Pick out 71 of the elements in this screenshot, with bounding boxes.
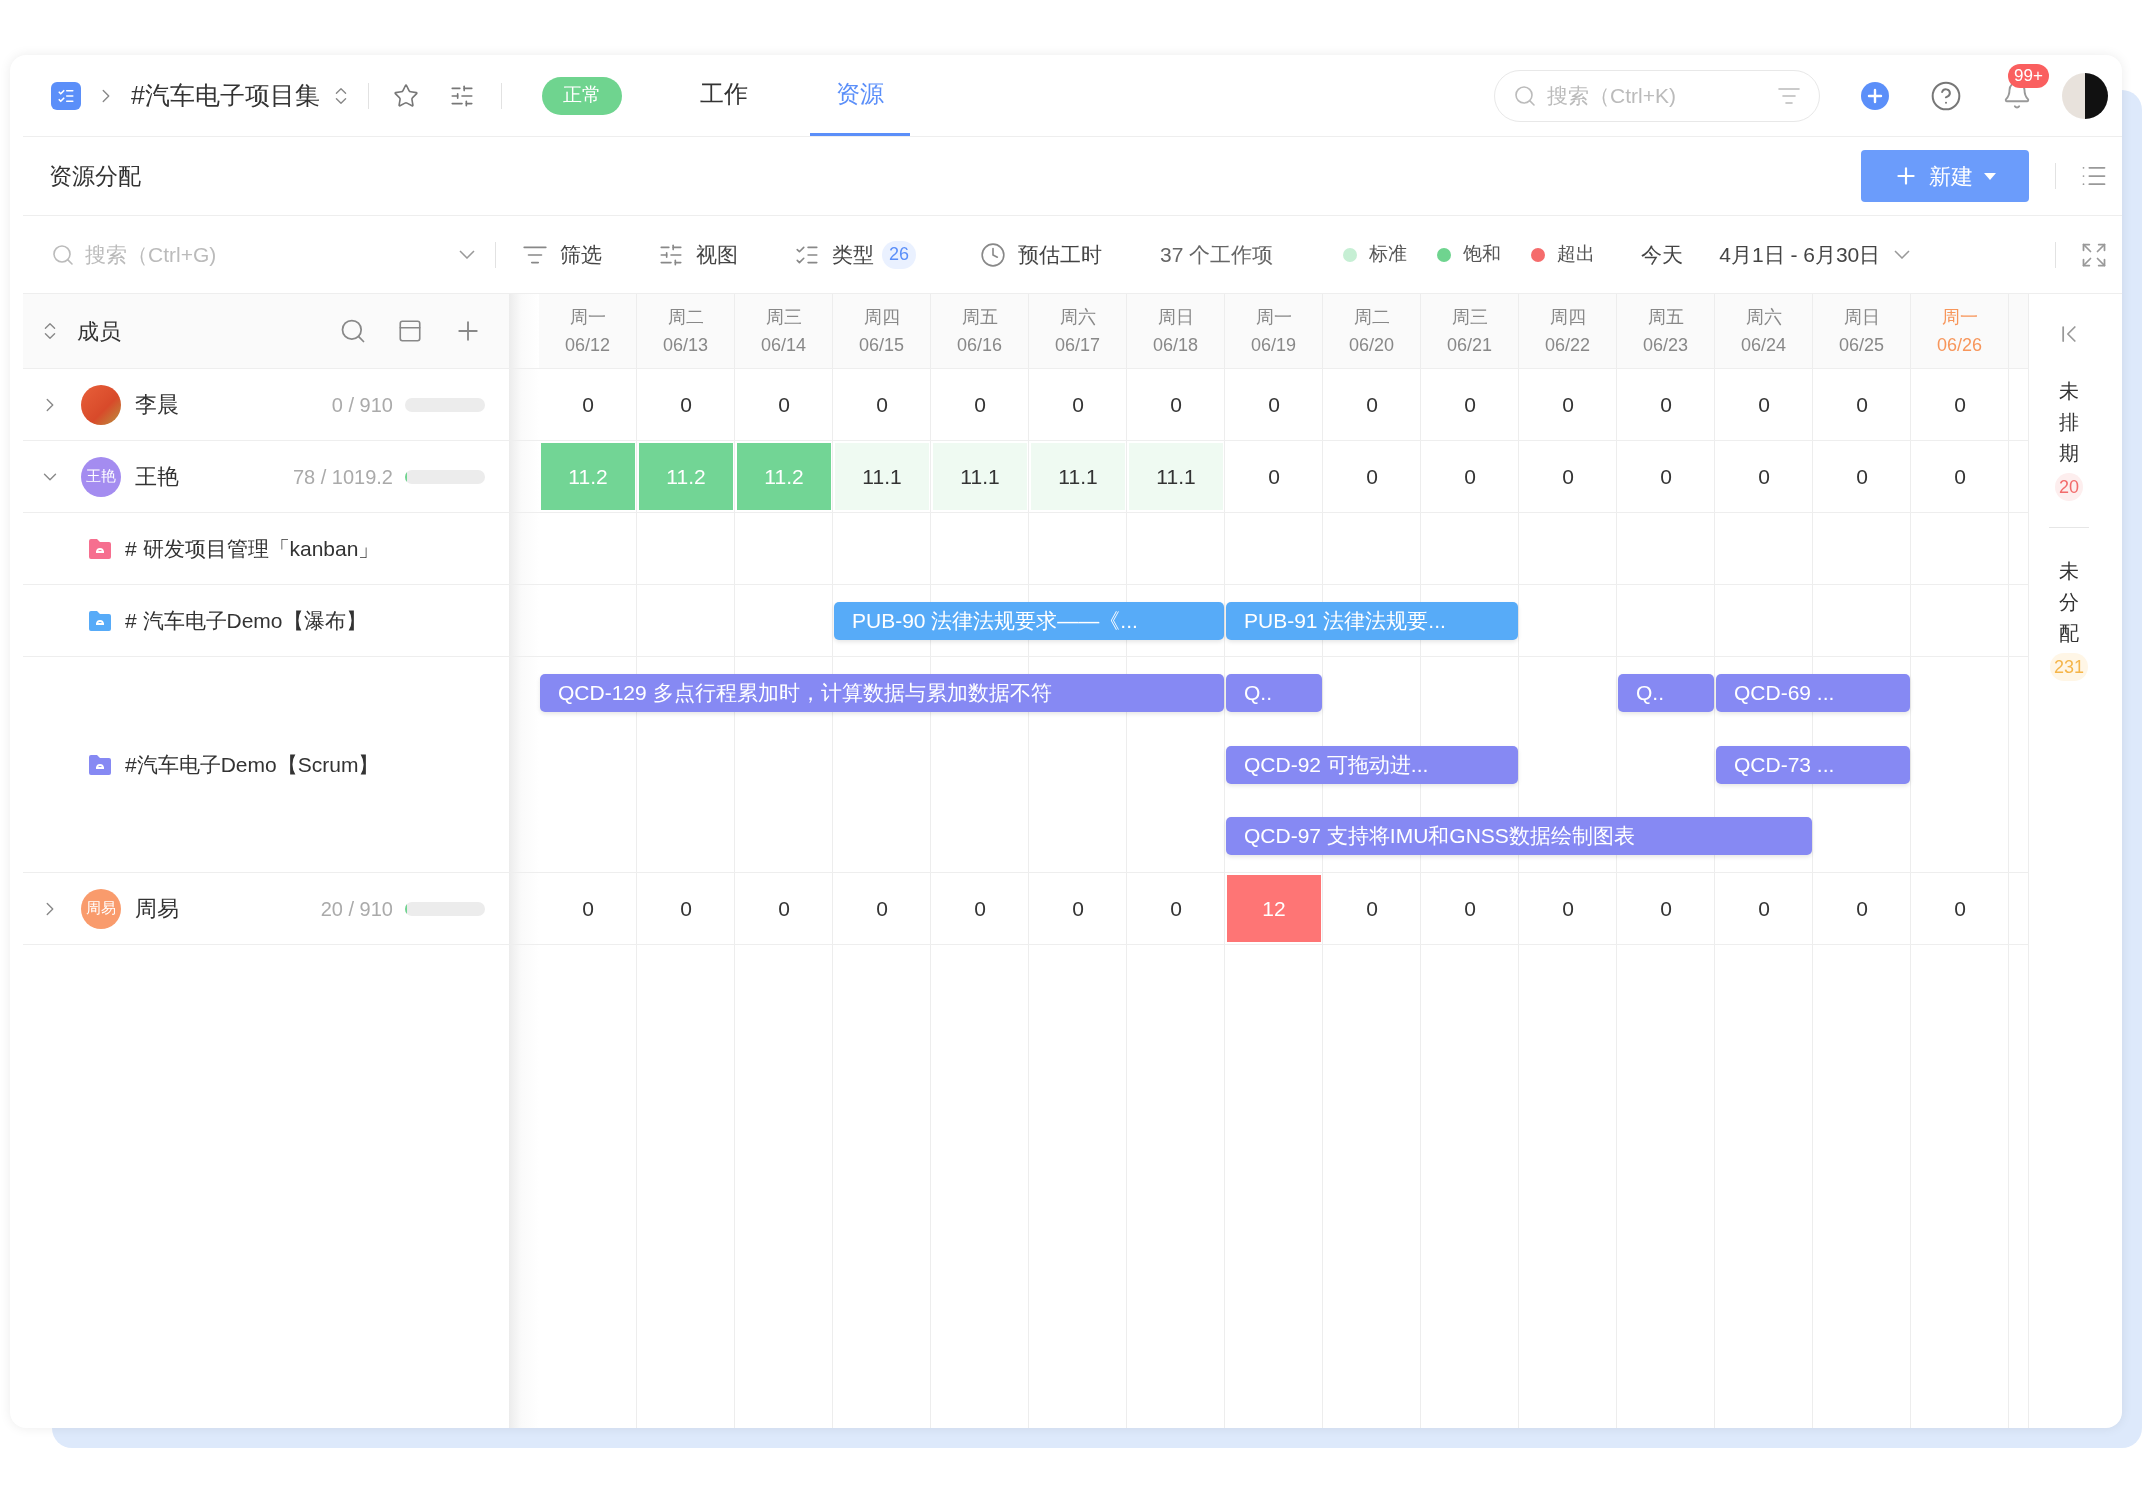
today-button[interactable]: 今天 [1641,238,1684,271]
status-badge: 正常 [541,76,622,115]
avatar: 周易 [81,888,121,929]
hours-cell: 11.2 [639,443,733,510]
help-icon[interactable] [1930,79,1962,112]
side-tab[interactable]: 未分配 [2059,556,2079,649]
day-header: 周四 06/15 [833,294,931,368]
view-button[interactable]: 视图 [658,238,738,271]
day-header: 周四 06/22 [1519,294,1617,368]
chevron-down-icon [1894,250,1911,259]
hours-cell: 11.1 [835,443,929,510]
caret-icon [1983,171,1997,181]
page-title: 资源分配 [49,161,141,191]
day-header: 周日 06/18 [1127,294,1225,368]
hours-text: 78 / 1019.2 [292,464,393,490]
hours-cell: 11.2 [541,443,635,510]
member-name: 李晨 [135,391,179,419]
day-header: 周三 06/14 [735,294,833,368]
notification-badge: 99+ [2008,63,2049,88]
clock-icon [980,241,1007,268]
member-name: 周易 [135,895,179,923]
search-icon [51,242,75,267]
hours-cell: 11.1 [933,443,1027,510]
day-header: 周日 06/25 [1813,294,1911,368]
project-set-title[interactable]: #汽车电子项目集 [131,76,320,115]
project-name[interactable]: # 研发项目管理「kanban」 [125,532,380,565]
chevron-down-icon[interactable] [459,250,475,259]
count-badge: 20 [2055,473,2083,501]
type-button[interactable]: 类型 [794,238,874,271]
date-range-select[interactable]: 4月1日 - 6月30日 [1719,238,1911,271]
day-header: 周一 06/26 [1911,294,2009,368]
star-icon[interactable] [392,82,419,109]
hours-cell: 11.2 [737,443,831,510]
search-icon[interactable] [339,317,367,345]
day-header: 周二 06/13 [637,294,735,368]
count-badge: 231 [2049,653,2088,681]
day-header: 周六 06/17 [1029,294,1127,368]
legend-label: 标准 [1369,242,1408,267]
add-icon[interactable] [1860,80,1890,111]
day-header: 周一 06/12 [539,294,637,368]
avatar-photo [81,384,121,425]
count-badge: 26 [882,240,917,269]
column-header: 成员 [77,317,121,346]
search-input[interactable]: 搜索（Ctrl+G) [85,238,449,271]
avatar-photo[interactable] [2062,72,2108,119]
day-header: 周五 06/16 [931,294,1029,368]
hours-text: 20 / 910 [320,896,393,922]
search-input[interactable]: 搜索（Ctrl+K) [1547,79,1767,112]
estimate-button[interactable]: 预估工时 [980,238,1103,271]
panel-icon[interactable] [397,318,423,344]
hours-cell: 11.1 [1031,443,1125,510]
item-count: 37 个工作项 [1160,241,1274,268]
day-header: 周二 06/20 [1323,294,1421,368]
member-name: 王艳 [135,463,179,491]
filter-button[interactable]: 筛选 [522,238,602,271]
hours-cell: 11.1 [1129,443,1223,510]
project-name[interactable]: # 汽车电子Demo【瀑布】 [125,604,367,637]
hours-cell: 12 [1227,875,1321,942]
avatar: 王艳 [81,456,121,497]
legend-label: 饱和 [1463,242,1502,267]
project-name[interactable]: #汽车电子Demo【Scrum】 [125,748,380,781]
hours-text: 0 / 910 [331,392,393,418]
legend-label: 超出 [1557,242,1596,267]
day-header: 周三 06/21 [1421,294,1519,368]
day-header: 周一 06/19 [1225,294,1323,368]
tab[interactable]: 工作 [673,55,774,136]
day-header: 周六 06/24 [1715,294,1813,368]
side-tab[interactable]: 未排期 [2059,376,2079,469]
search-icon [1513,83,1537,108]
project-set-icon[interactable] [51,81,81,110]
day-header: 周五 06/23 [1617,294,1715,368]
